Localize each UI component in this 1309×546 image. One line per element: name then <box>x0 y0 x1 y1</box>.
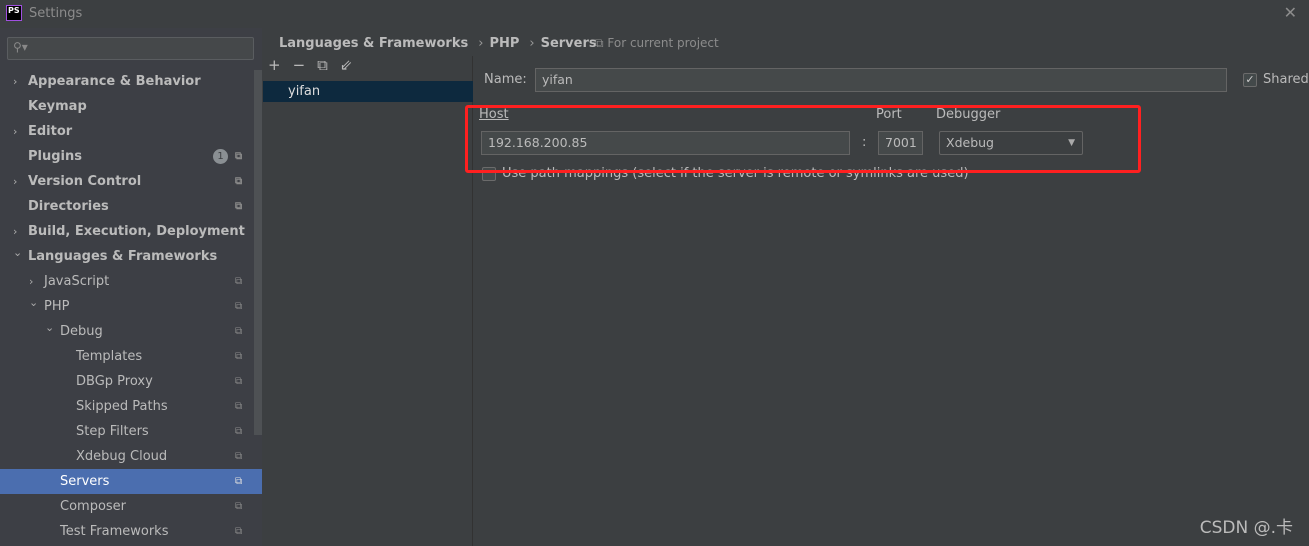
sidebar-item-label: Skipped Paths <box>76 399 168 414</box>
list-toolbar: + − ⧉ ⇙ <box>268 56 352 78</box>
project-scope-icon: ⧉ <box>235 276 243 287</box>
project-scope-icon: ⧉ <box>235 401 243 412</box>
port-input[interactable]: 7001 <box>878 131 923 155</box>
path-mappings-label: Use path mappings (select if the server … <box>502 166 969 181</box>
project-scope-icon: ⧉ <box>235 451 243 462</box>
chevron-right-icon[interactable]: › <box>13 169 17 194</box>
project-scope-icon: ⧉ <box>235 526 243 537</box>
sidebar-item-label: Languages & Frameworks <box>28 249 218 264</box>
name-label: Name: <box>484 72 527 87</box>
sidebar-item-label: Editor <box>28 124 73 139</box>
debugger-label: Debugger <box>936 107 1001 122</box>
project-scope-icon: ⧉ <box>235 301 243 312</box>
port-separator: : <box>862 135 867 150</box>
project-scope-icon: ⧉ <box>235 176 243 187</box>
phpstorm-logo: PS <box>6 5 22 21</box>
sidebar-item[interactable]: ⌄ Languages & Frameworks <box>0 244 262 269</box>
breadcrumb-item: PHP <box>489 36 520 51</box>
sidebar-item[interactable]: Keymap <box>0 94 262 119</box>
sidebar-item-label: Plugins <box>28 149 82 164</box>
add-icon[interactable]: + <box>268 56 281 78</box>
chevron-down-icon[interactable]: ⌄ <box>29 290 38 315</box>
sidebar-item-label: Servers <box>60 474 110 489</box>
breadcrumb-item: Servers <box>540 36 597 51</box>
sidebar-item-label: Directories <box>28 199 109 214</box>
sidebar-item[interactable]: › JavaScript ⧉ <box>0 269 262 294</box>
chevron-right-icon[interactable]: › <box>13 119 17 144</box>
sidebar-item-label: Debug <box>60 324 103 339</box>
project-scope-icon: ⧉ <box>235 376 243 387</box>
sidebar-item-label: Test Frameworks <box>60 524 169 539</box>
copy-icon[interactable]: ⧉ <box>317 56 328 78</box>
sidebar-item-label: DBGp Proxy <box>76 374 153 389</box>
path-mappings-checkbox[interactable] <box>482 167 496 181</box>
title-bar: PS Settings ✕ <box>0 0 1309 28</box>
breadcrumb: Languages & Frameworks › PHP › Servers <box>279 36 597 51</box>
chevron-down-icon: ▼ <box>1068 138 1075 148</box>
window-title: Settings <box>29 6 83 21</box>
sidebar-item[interactable]: › Version Control ⧉ <box>0 169 262 194</box>
search-input[interactable]: ⚲▾ <box>7 37 254 60</box>
content-pane: Languages & Frameworks › PHP › Servers ⧉ For… <box>262 28 1309 546</box>
sidebar-item[interactable]: › Build, Execution, Deployment <box>0 219 262 244</box>
sidebar-item[interactable]: Servers ⧉ <box>0 469 262 494</box>
copy-icon: ⧉ <box>595 36 608 50</box>
sidebar-item-label: Xdebug Cloud <box>76 449 168 464</box>
sidebar-item-label: Keymap <box>28 99 87 114</box>
breadcrumb-item: Languages & Frameworks <box>279 36 469 51</box>
scope-label: ⧉ For current project <box>595 36 719 50</box>
sidebar-item[interactable]: Templates ⧉ <box>0 344 262 369</box>
sidebar-item-label: Version Control <box>28 174 142 189</box>
project-scope-icon: ⧉ <box>235 426 243 437</box>
sidebar-item[interactable]: Xdebug Cloud ⧉ <box>0 444 262 469</box>
servers-list-pane: + − ⧉ ⇙ yifan <box>262 56 473 546</box>
sidebar-item[interactable]: ⌄ Debug ⧉ <box>0 319 262 344</box>
sidebar-item[interactable]: Plugins 1 ⧉ <box>0 144 262 169</box>
chevron-down-icon[interactable]: ⌄ <box>13 240 22 265</box>
sidebar-item-label: JavaScript <box>44 274 110 289</box>
sidebar-item[interactable]: Composer ⧉ <box>0 494 262 519</box>
sidebar-item-label: Appearance & Behavior <box>28 74 201 89</box>
host-label: Host <box>479 107 509 122</box>
name-input[interactable]: yifan <box>535 68 1227 92</box>
project-scope-icon: ⧉ <box>235 476 243 487</box>
remove-icon[interactable]: − <box>293 56 306 78</box>
settings-sidebar: ⚲▾ › Appearance & Behavior Keymap › Editor Pl… <box>0 28 262 546</box>
sidebar-item[interactable]: › Editor <box>0 119 262 144</box>
host-input[interactable]: 192.168.200.85 <box>481 131 850 155</box>
sidebar-item[interactable]: DBGp Proxy ⧉ <box>0 369 262 394</box>
chevron-right-icon[interactable]: › <box>13 69 17 94</box>
project-scope-icon: ⧉ <box>235 351 243 362</box>
sidebar-item[interactable]: Step Filters ⧉ <box>0 419 262 444</box>
search-icon: ⚲▾ <box>13 40 28 54</box>
update-badge: 1 <box>213 149 228 164</box>
sidebar-item-label: Step Filters <box>76 424 149 439</box>
chevron-down-icon[interactable]: ⌄ <box>45 315 54 340</box>
port-label: Port <box>876 107 902 122</box>
project-scope-icon: ⧉ <box>235 326 243 337</box>
sidebar-item-label: Composer <box>60 499 127 514</box>
shared-checkbox[interactable]: ✓ <box>1243 73 1257 87</box>
sidebar-item-label: Templates <box>76 349 143 364</box>
sidebar-item-label: Build, Execution, Deployment <box>28 224 245 239</box>
project-scope-icon: ⧉ <box>235 201 243 212</box>
project-scope-icon: ⧉ <box>235 151 243 162</box>
import-icon[interactable]: ⇙ <box>340 56 353 78</box>
sidebar-item[interactable]: Directories ⧉ <box>0 194 262 219</box>
close-icon[interactable]: ✕ <box>1284 3 1297 22</box>
debugger-dropdown[interactable]: Xdebug ▼ <box>939 131 1083 155</box>
shared-label: Shared <box>1263 72 1309 87</box>
sidebar-item[interactable]: › Appearance & Behavior <box>0 69 262 94</box>
server-list-item[interactable]: yifan <box>263 81 473 102</box>
project-scope-icon: ⧉ <box>235 501 243 512</box>
sidebar-item[interactable]: ⌄ PHP ⧉ <box>0 294 262 319</box>
sidebar-item[interactable]: Test Frameworks ⧉ <box>0 519 262 544</box>
sidebar-item[interactable]: Skipped Paths ⧉ <box>0 394 262 419</box>
watermark: CSDN @.卡 <box>1199 518 1293 538</box>
sidebar-scrollbar[interactable] <box>254 70 262 435</box>
